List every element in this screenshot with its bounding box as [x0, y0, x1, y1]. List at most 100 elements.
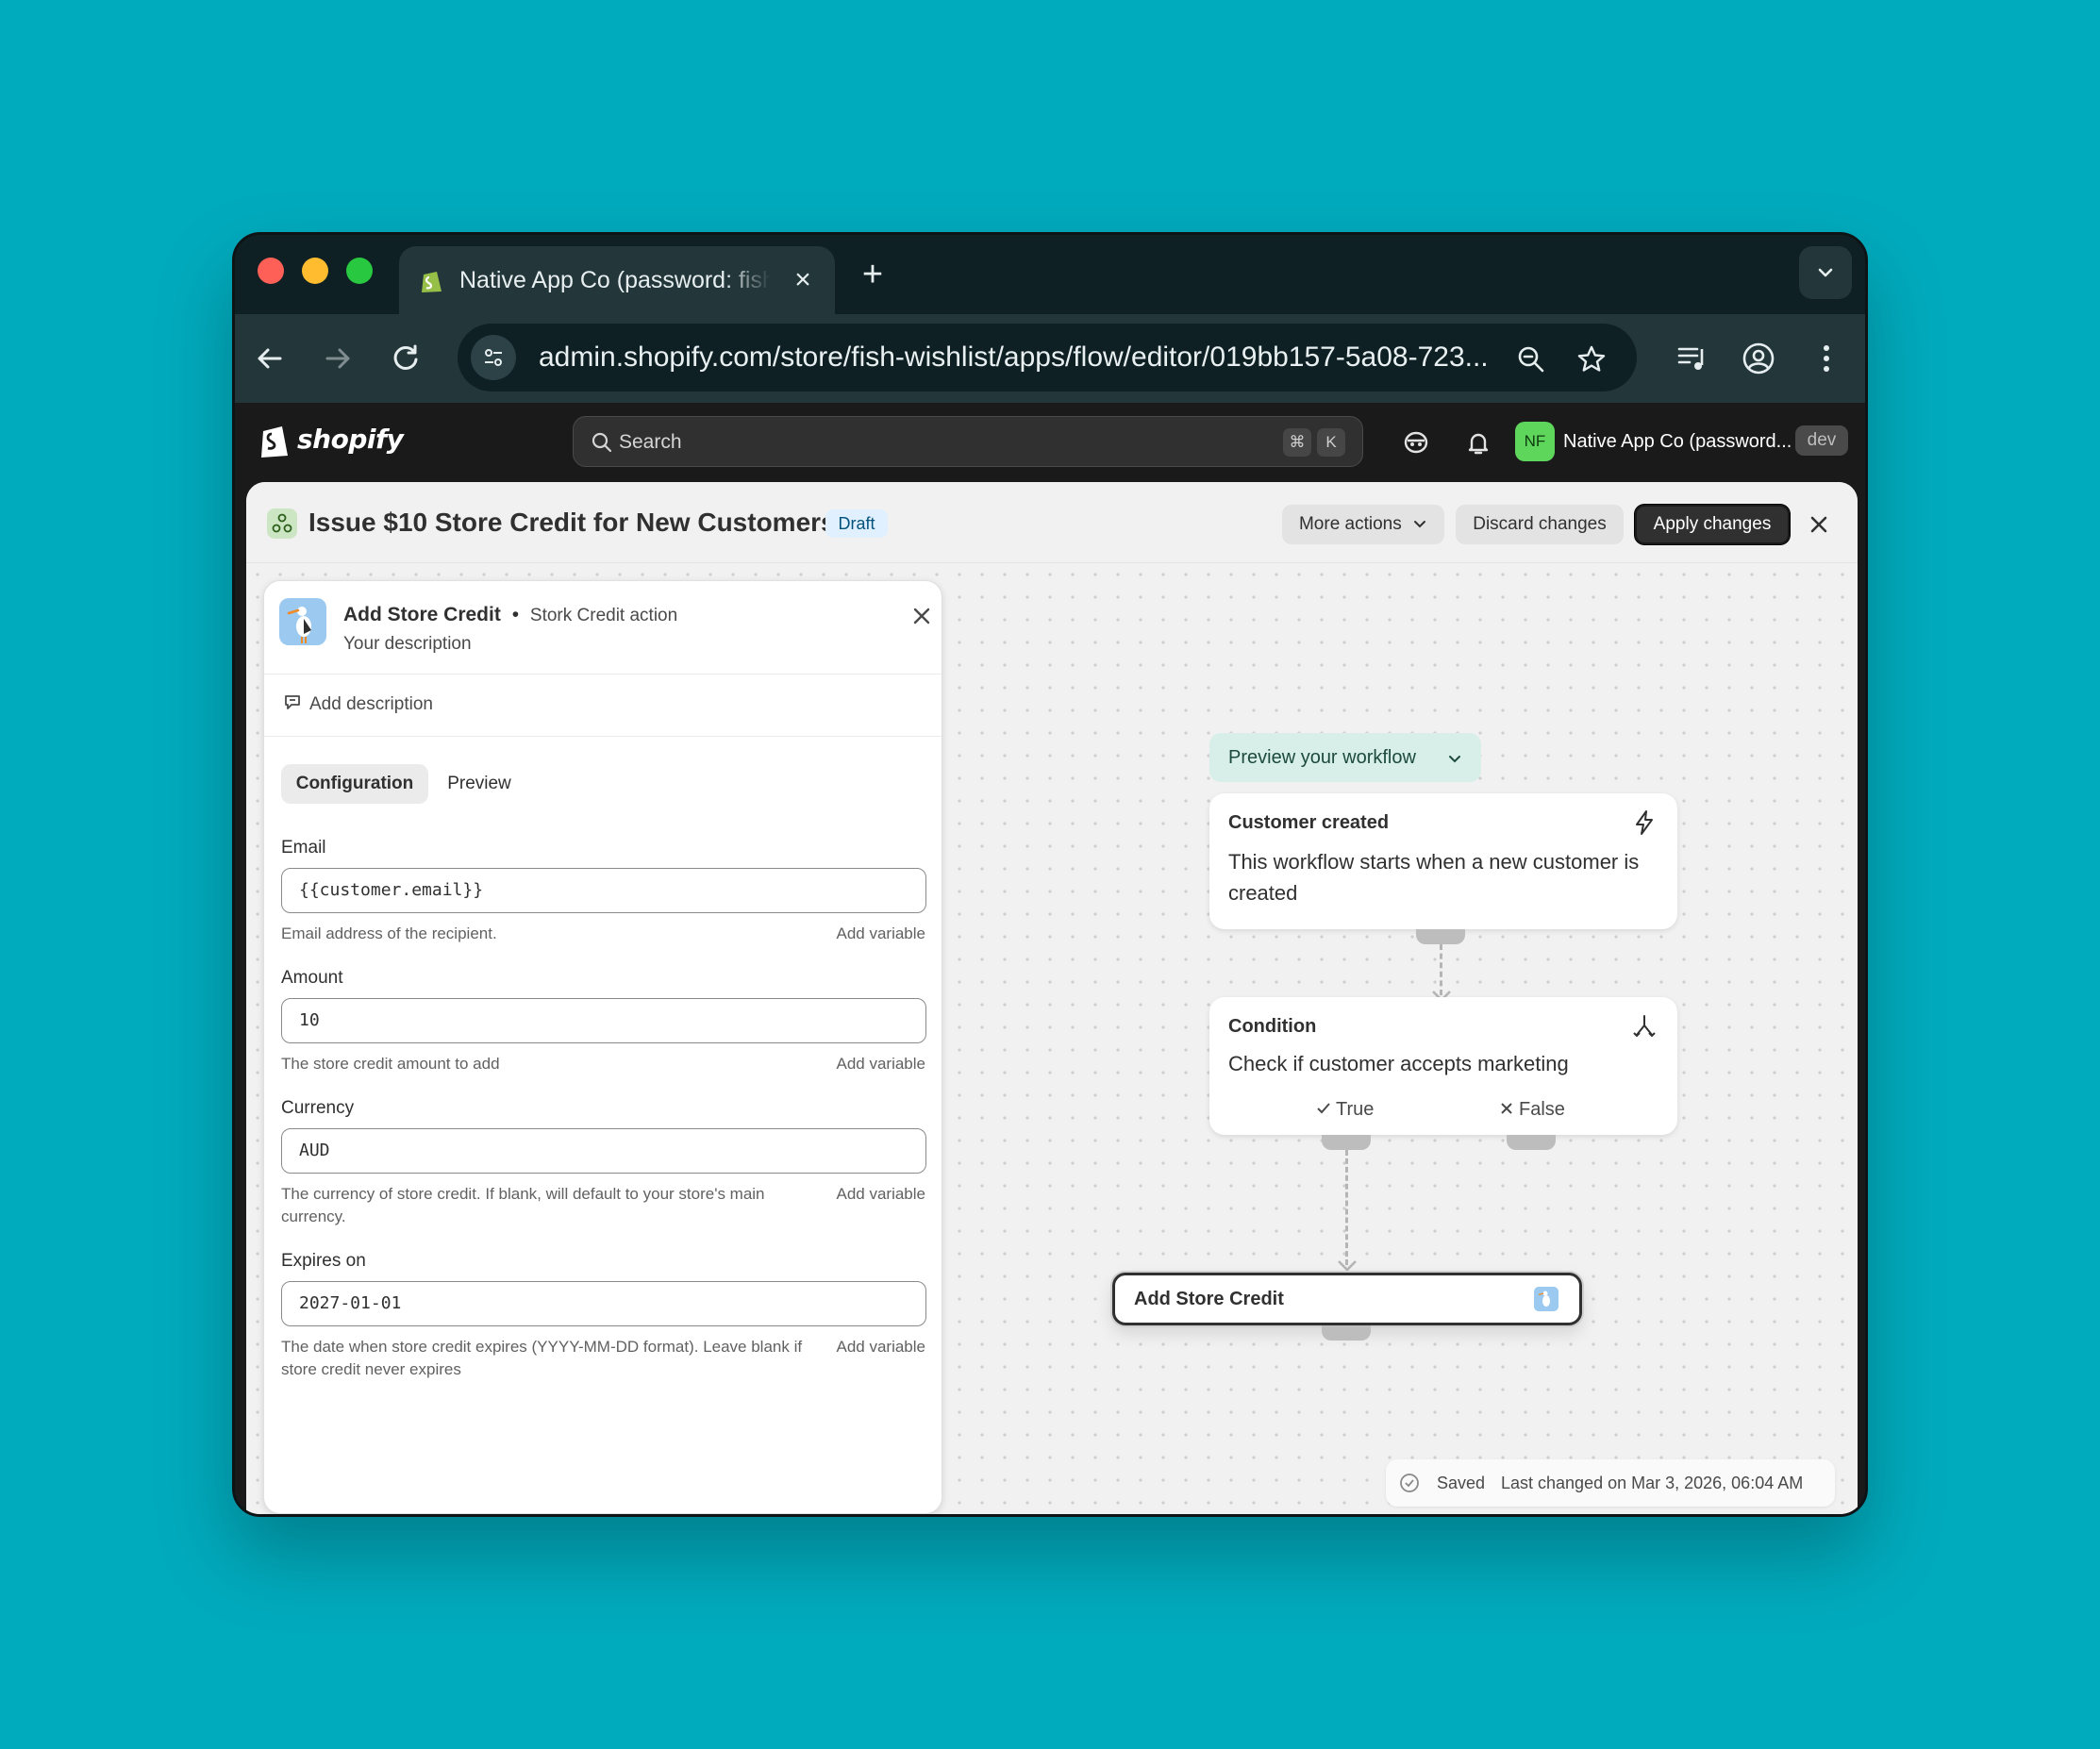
bookmark-star-icon[interactable]: [1575, 342, 1608, 376]
tune-icon: [485, 349, 502, 366]
amount-label: Amount: [281, 968, 343, 988]
action-node-title: Add Store Credit: [1134, 1289, 1284, 1309]
add-description-button[interactable]: Add description: [283, 692, 433, 717]
preview-workflow-button[interactable]: Preview your workflow: [1209, 733, 1481, 782]
add-variable-link[interactable]: Add variable: [836, 923, 925, 945]
panel-title: Add Store Credit • Stork Credit action: [343, 602, 677, 629]
stork-icon: [1538, 1291, 1550, 1307]
currency-help: The currency of store credit. If blank, …: [281, 1185, 765, 1225]
stork-app-icon: [279, 598, 326, 645]
amount-field[interactable]: 10: [281, 998, 926, 1043]
connector-arrow-icon: [1338, 1260, 1357, 1272]
lightning-icon: [1636, 810, 1653, 835]
bell-notification-icon[interactable]: [1463, 427, 1493, 458]
false-label: False: [1519, 1099, 1565, 1120]
trigger-node[interactable]: Customer created This workflow starts wh…: [1209, 793, 1677, 929]
chevron-down-icon: [1414, 521, 1426, 528]
expires-on-field[interactable]: 2027-01-01: [281, 1281, 926, 1326]
close-panel-icon[interactable]: [909, 604, 934, 628]
email-field[interactable]: {{customer.email}}: [281, 868, 926, 913]
add-variable-link[interactable]: Add variable: [836, 1053, 925, 1075]
browser-toolbar: admin.shopify.com/store/fish-wishlist/ap…: [235, 314, 1865, 403]
stork-icon: [287, 607, 311, 643]
status-badge: Draft: [825, 509, 888, 538]
email-label: Email: [281, 838, 326, 858]
action-output-port[interactable]: [1322, 1325, 1371, 1341]
stork-mini-icon: [1534, 1287, 1558, 1311]
sidekick-icon[interactable]: [1401, 427, 1431, 458]
saved-label: Saved: [1437, 1474, 1486, 1492]
admin-search-input[interactable]: Search ⌘ K: [573, 416, 1363, 467]
new-tab-plus-icon[interactable]: +: [854, 256, 892, 293]
browser-window: Native App Co (password: fish × + admin.…: [232, 232, 1868, 1517]
store-avatar[interactable]: NF: [1515, 422, 1555, 461]
shopify-admin: shopify Search ⌘ K NF Native App Co (pas…: [235, 403, 1865, 1514]
note-edit-icon: [285, 695, 300, 709]
condition-node[interactable]: Condition Check if customer accepts mark…: [1209, 997, 1677, 1135]
amount-help: The store credit amount to add: [281, 1055, 500, 1073]
profile-avatar-icon[interactable]: [1741, 341, 1776, 376]
media-queue-icon[interactable]: [1675, 341, 1710, 376]
shortcut-cmd-key: ⌘: [1283, 428, 1311, 457]
preview-workflow-label: Preview your workflow: [1228, 747, 1416, 768]
site-info-button[interactable]: [471, 335, 516, 380]
last-changed-timestamp: Last changed on Mar 3, 2026, 06:04 AM: [1501, 1474, 1804, 1492]
workflow-title: Issue $10 Store Credit for New Customers: [308, 508, 836, 537]
maximize-window-button[interactable]: [346, 258, 373, 284]
apply-changes-button[interactable]: Apply changes: [1635, 505, 1790, 544]
email-help: Email address of the recipient.: [281, 924, 497, 942]
back-arrow-icon[interactable]: [250, 339, 290, 378]
false-branch-label: False: [1498, 1097, 1565, 1122]
tab-close-icon[interactable]: ×: [788, 265, 818, 295]
tab-configuration[interactable]: Configuration: [281, 764, 428, 804]
add-variable-link[interactable]: Add variable: [836, 1336, 925, 1358]
add-store-credit-node[interactable]: Add Store Credit: [1112, 1273, 1582, 1325]
currency-field[interactable]: AUD: [281, 1128, 926, 1174]
currency-label: Currency: [281, 1098, 355, 1118]
true-label: True: [1336, 1099, 1375, 1120]
workflow-canvas[interactable]: Add Store Credit • Stork Credit action Y…: [246, 563, 1858, 1514]
shopify-bag-icon: [261, 426, 288, 458]
chevron-down-icon: [1449, 756, 1460, 763]
panel-description[interactable]: Your description: [343, 632, 472, 657]
true-branch-label: True: [1315, 1097, 1374, 1122]
workflow-header: Issue $10 Store Credit for New Customers…: [246, 482, 1858, 563]
search-icon: [592, 432, 612, 453]
browser-tab-active[interactable]: Native App Co (password: fish ×: [399, 246, 835, 314]
admin-top-bar: shopify Search ⌘ K NF Native App Co (pas…: [235, 403, 1865, 482]
tab-preview[interactable]: Preview: [434, 764, 525, 804]
browser-tab-bar: Native App Co (password: fish × +: [235, 235, 1865, 314]
close-window-button[interactable]: [258, 258, 284, 284]
expires-on-label: Expires on: [281, 1251, 366, 1271]
x-icon: [1501, 1103, 1512, 1114]
expires-on-help: The date when store credit expires (YYYY…: [281, 1338, 803, 1378]
discard-changes-button[interactable]: Discard changes: [1456, 505, 1624, 544]
more-actions-button[interactable]: More actions: [1282, 505, 1444, 544]
kebab-menu-icon[interactable]: [1808, 341, 1844, 376]
zoom-out-icon[interactable]: [1514, 342, 1548, 376]
flow-editor-modal: Issue $10 Store Credit for New Customers…: [246, 482, 1858, 1514]
url-text: admin.shopify.com/store/fish-wishlist/ap…: [539, 341, 1489, 373]
check-icon: [1317, 1103, 1330, 1114]
forward-arrow-icon[interactable]: [318, 339, 358, 378]
close-editor-icon[interactable]: [1805, 510, 1833, 539]
trigger-description: This workflow starts when a new customer…: [1228, 850, 1640, 905]
tab-search-button[interactable]: [1799, 246, 1852, 299]
reload-icon[interactable]: [386, 339, 425, 378]
logo-wordmark: shopify: [297, 424, 404, 455]
connector-line: [1440, 944, 1442, 995]
trigger-title: Customer created: [1228, 812, 1390, 833]
trigger-output-port[interactable]: [1416, 929, 1465, 944]
minimize-window-button[interactable]: [302, 258, 328, 284]
condition-description: Check if customer accepts marketing: [1228, 1052, 1569, 1075]
branch-split-icon: [1633, 1015, 1656, 1038]
add-variable-link[interactable]: Add variable: [836, 1183, 925, 1206]
action-name: Add Store Credit: [343, 604, 501, 625]
shopify-favicon-icon: [422, 272, 442, 292]
true-output-port[interactable]: [1322, 1135, 1371, 1150]
false-output-port[interactable]: [1507, 1135, 1556, 1150]
address-bar[interactable]: admin.shopify.com/store/fish-wishlist/ap…: [458, 324, 1637, 391]
store-name[interactable]: Native App Co (password...: [1563, 428, 1792, 455]
title-separator: •: [511, 604, 520, 625]
panel-divider: [264, 736, 942, 737]
